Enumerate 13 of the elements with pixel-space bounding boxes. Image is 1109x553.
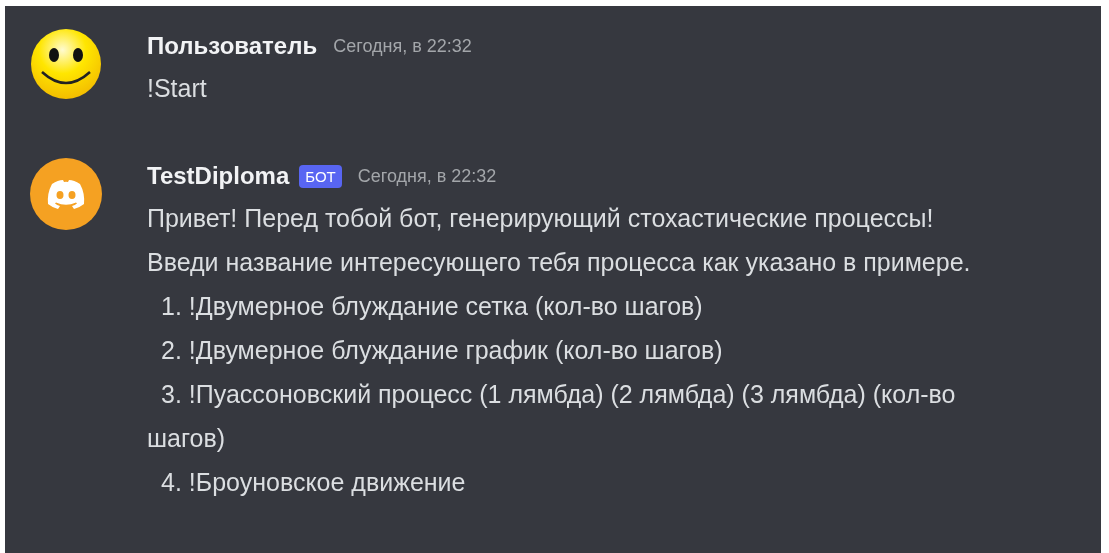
- username[interactable]: TestDiploma: [147, 162, 290, 190]
- smiley-avatar: [30, 28, 102, 100]
- bot-tag: БОТ: [299, 164, 342, 188]
- list-item: 4. !Броуновское движение: [160, 467, 467, 498]
- list-item: 2. !Двумерное блуждание график (кол-во шагов): [160, 335, 724, 366]
- message-text: !Start: [147, 73, 208, 104]
- list-item: 3. !Пуассоновский процесс (1 лямбда) (2 лямбда) (3 лямбда) (кол-во шагов): [147, 379, 957, 454]
- timestamp: Сегодня, в 22:32: [357, 165, 497, 187]
- discord-avatar: [30, 158, 102, 230]
- message-text: Привет! Перед тобой бот, генерирующий стохастические процессы! Введи название интересующего тебя процесса как указано в примере.: [147, 203, 972, 278]
- timestamp: Сегодня, в 22:32: [333, 35, 472, 57]
- list-item: 1. !Двумерное блуждание сетка (кол-во шагов): [160, 291, 704, 322]
- username[interactable]: Пользователь: [147, 32, 318, 60]
